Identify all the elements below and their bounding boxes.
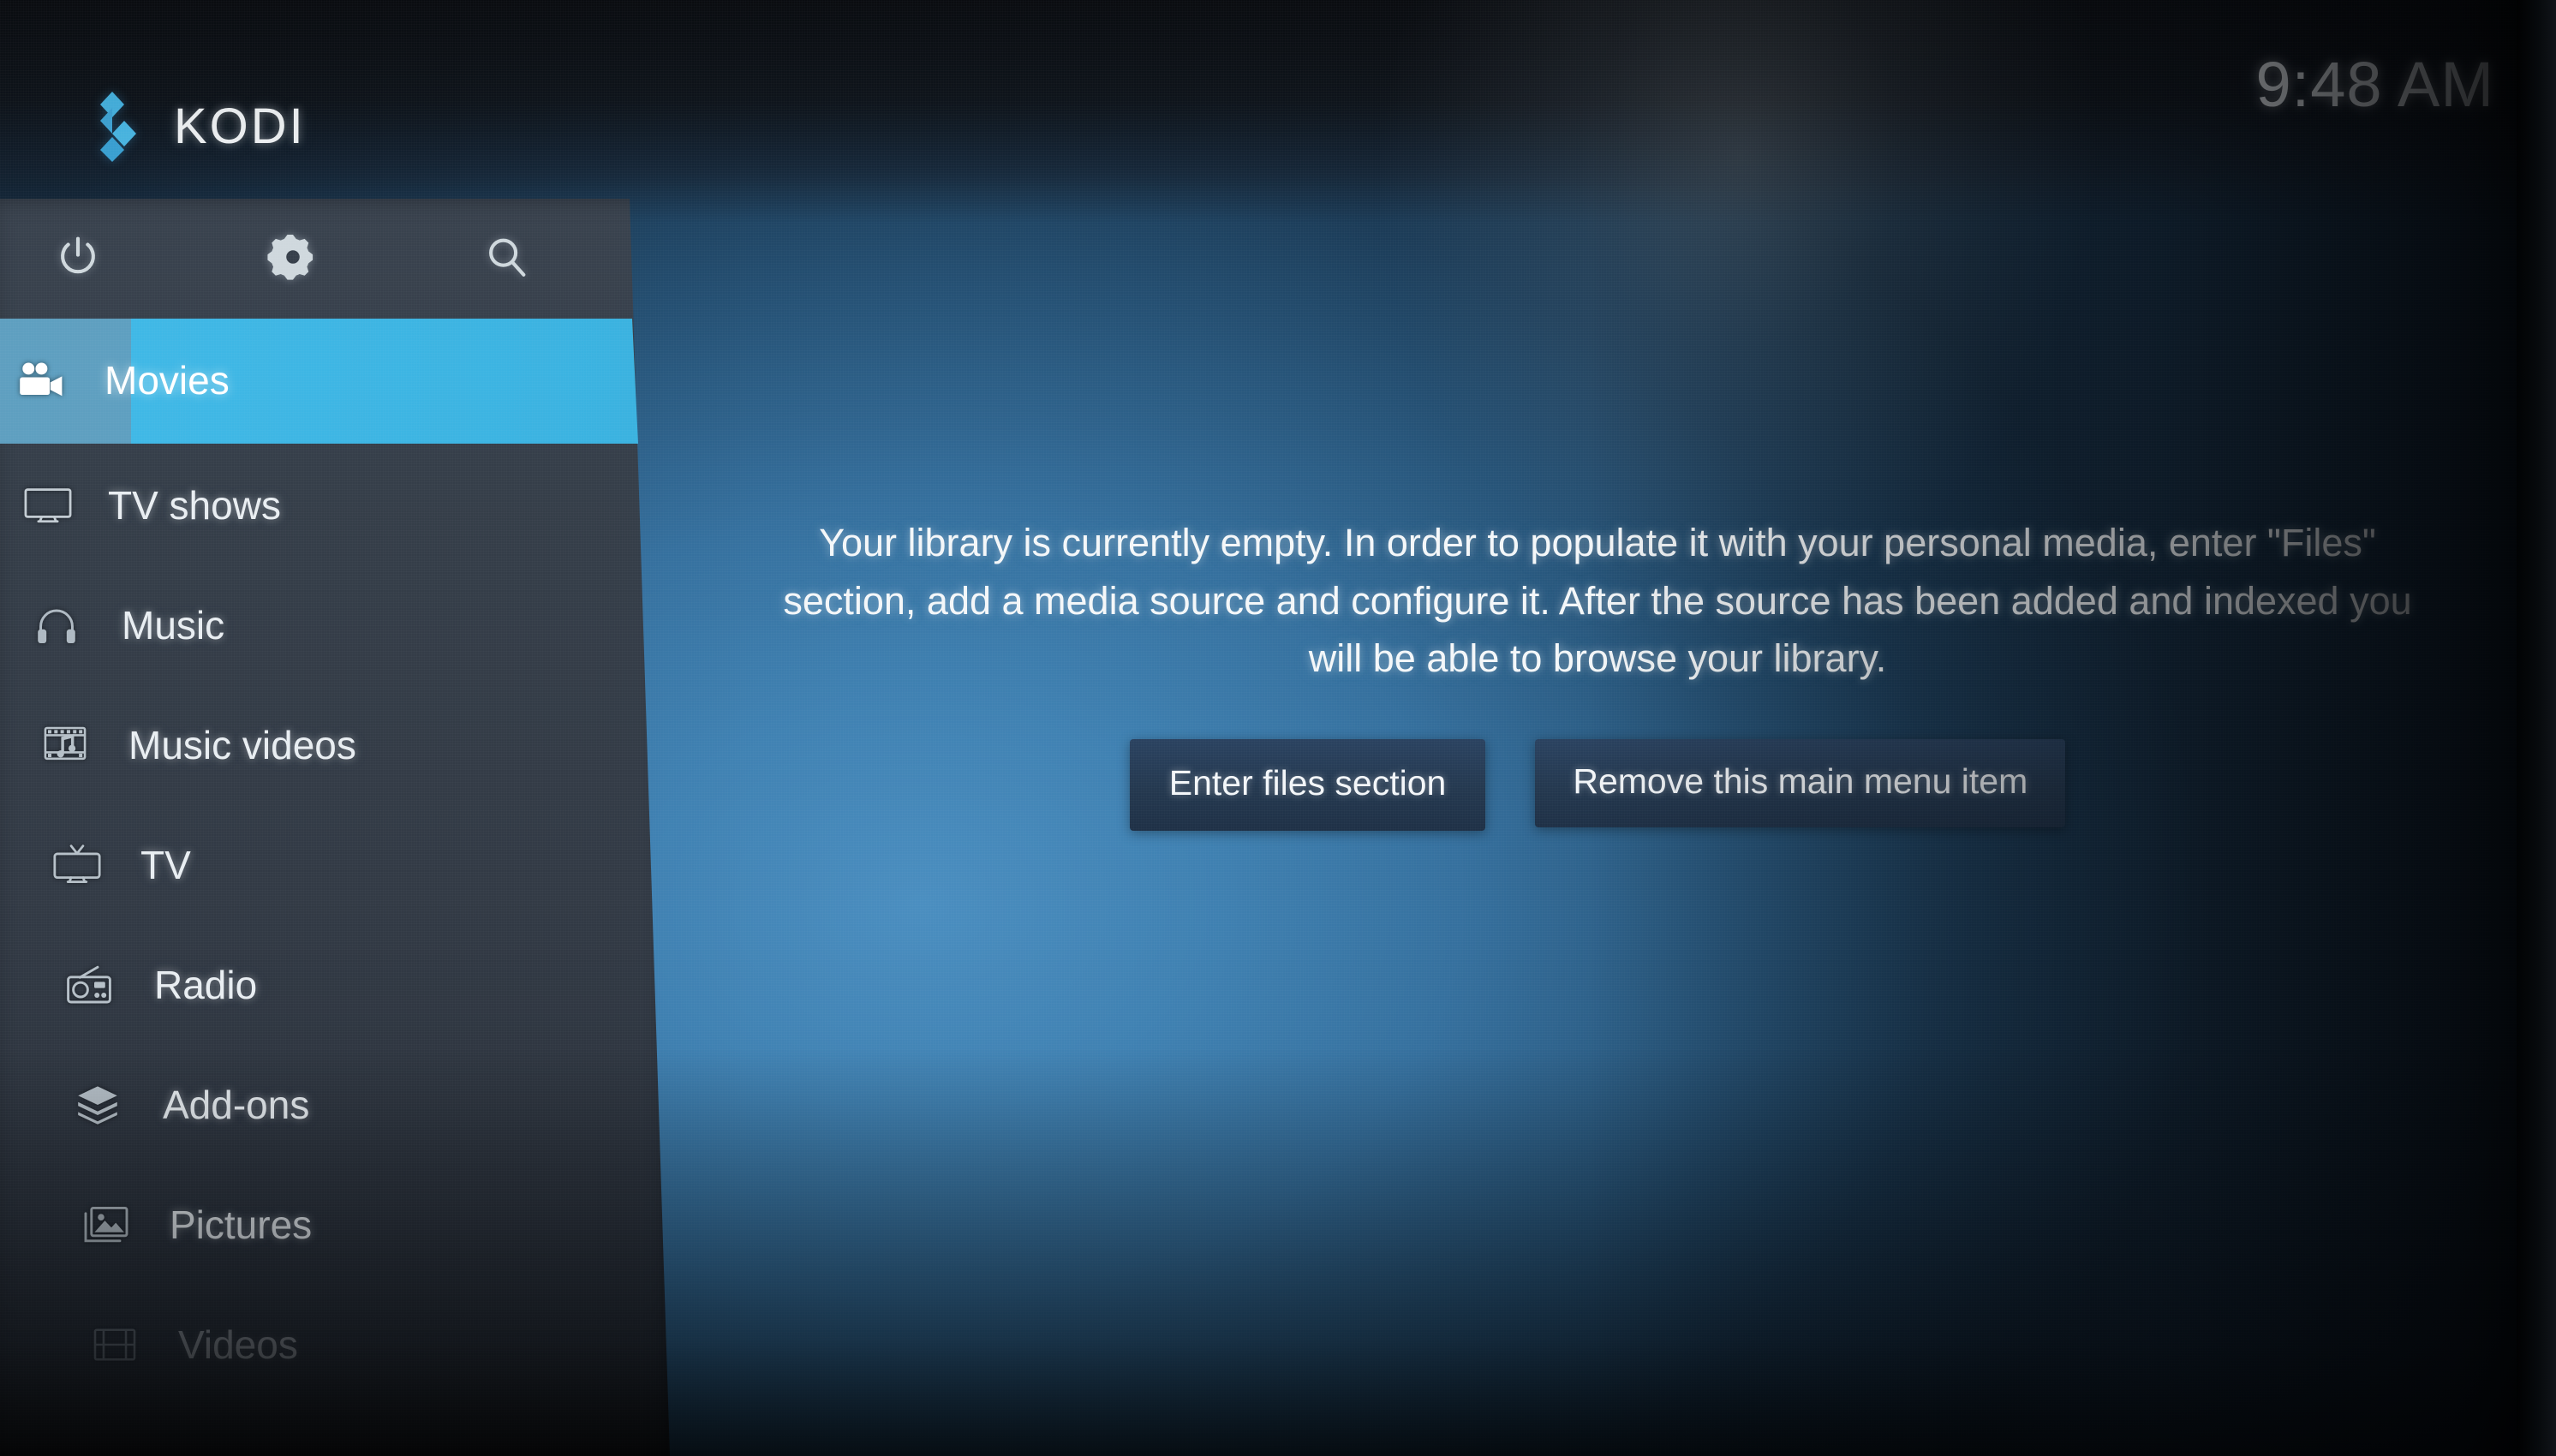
sidebar-item-label: Videos [178,1322,298,1367]
empty-library-block: Your library is currently empty. In orde… [715,514,2480,831]
sidebar-item-radio[interactable]: Radio [0,925,677,1045]
sidebar-item-music-videos[interactable]: Music videos [0,685,677,805]
main-menu: Movies TV shows Music Music videos TV Ra… [0,315,677,1405]
sidebar-item-addons[interactable]: Add-ons [0,1045,677,1165]
remove-main-menu-item-button[interactable]: Remove this main menu item [1535,738,2066,827]
screen-bezel-right [2517,0,2556,1456]
headphones-icon [15,605,98,646]
radio-icon [48,964,130,1005]
top-dark-band [0,0,2556,223]
sidebar-item-label: TV shows [108,483,281,528]
app-name: KODI [174,98,306,154]
enter-files-section-button[interactable]: Enter files section [1129,738,1486,831]
power-button[interactable] [53,232,103,282]
kodi-logo-icon [100,92,136,162]
sidebar-item-music[interactable]: Music [0,565,677,685]
movie-camera-icon [0,361,82,399]
film-note-icon [24,724,106,767]
action-buttons: Enter files section Remove this main men… [715,738,2480,831]
gear-icon [267,235,314,280]
app-logo: KODI [90,90,306,162]
video-film-icon [74,1325,156,1364]
sidebar-item-movies[interactable]: Movies [0,315,677,445]
antenna-tv-icon [36,844,118,886]
search-icon [489,238,526,277]
sidebar-item-label: Music videos [128,723,356,767]
clock: 9:48 AM [2255,49,2494,120]
sidebar-item-videos[interactable]: Videos [0,1285,677,1405]
addons-box-icon [57,1084,139,1125]
sidebar-item-label: Radio [154,963,258,1007]
settings-button[interactable] [267,231,319,283]
sidebar-item-label: TV [140,843,191,887]
empty-library-message: Your library is currently empty. In orde… [783,521,2412,680]
sidebar-item-label: Music [122,603,225,647]
sidebar-item-tv-shows[interactable]: TV shows [0,445,677,565]
kodi-screen: KODI 9:48 AM Movies TV shows Music Music… [0,0,2556,1456]
selection-highlight [0,319,638,444]
sidebar: Movies TV shows Music Music videos TV Ra… [0,199,677,1456]
sidebar-item-label: Add-ons [163,1083,310,1127]
sidebar-item-pictures[interactable]: Pictures [0,1165,677,1285]
sidebar-item-label: Movies [105,358,230,403]
search-button[interactable] [481,232,531,282]
picture-icon [65,1204,147,1245]
quick-actions-bar [0,199,638,315]
sidebar-item-label: Pictures [170,1202,313,1247]
power-icon [61,236,95,274]
sidebar-item-tv[interactable]: TV [0,805,677,925]
main-content: Your library is currently empty. In orde… [677,199,2518,1456]
monitor-icon [7,486,89,525]
